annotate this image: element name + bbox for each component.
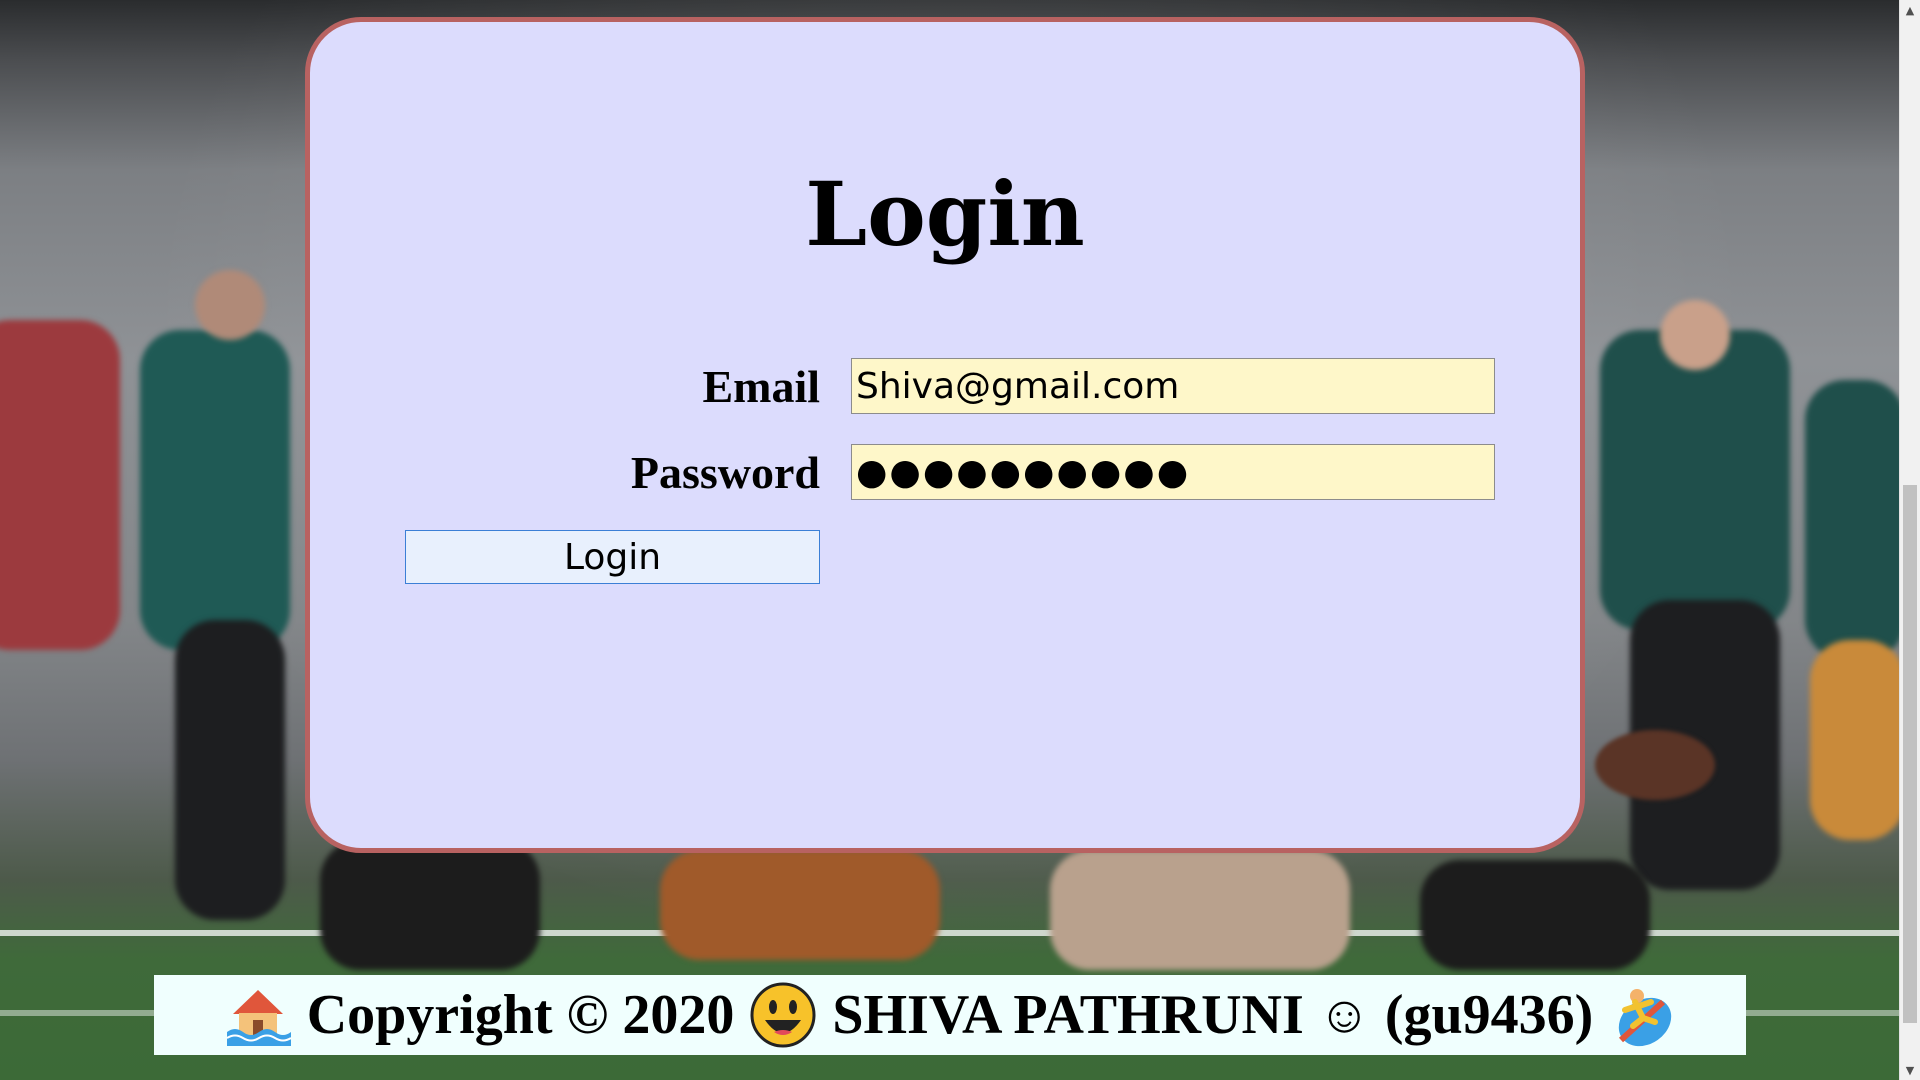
password-label: Password xyxy=(630,447,820,498)
copyright-footer: Copyright © 2020 SHIVA PATHRUNI ☺ (gu943… xyxy=(154,975,1746,1055)
scroll-down-icon[interactable]: ▼ xyxy=(1900,1060,1920,1080)
email-field[interactable]: Shiva@gmail.com xyxy=(851,358,1495,414)
page-title: Login xyxy=(805,162,1085,266)
scroll-up-icon[interactable]: ▲ xyxy=(1900,0,1920,20)
smile-icon: ☺ xyxy=(1317,986,1371,1044)
scrollbar-thumb[interactable] xyxy=(1903,485,1917,1023)
author-handle: (gu9436) xyxy=(1384,984,1594,1046)
password-field[interactable]: ●●●●●●●●●● xyxy=(851,444,1495,500)
copyright-text: Copyright © 2020 xyxy=(306,984,735,1046)
vertical-scrollbar[interactable]: ▲ ▼ xyxy=(1899,0,1920,1080)
house-flood-icon xyxy=(226,990,292,1046)
author-name: SHIVA PATHRUNI xyxy=(832,984,1304,1046)
surfer-icon xyxy=(1619,989,1672,1047)
login-card: Login Email Shiva@gmail.com Password ●●●… xyxy=(305,17,1585,853)
grinning-face-icon xyxy=(750,982,816,1048)
login-button[interactable]: Login xyxy=(405,530,820,584)
email-label: Email xyxy=(702,361,820,412)
